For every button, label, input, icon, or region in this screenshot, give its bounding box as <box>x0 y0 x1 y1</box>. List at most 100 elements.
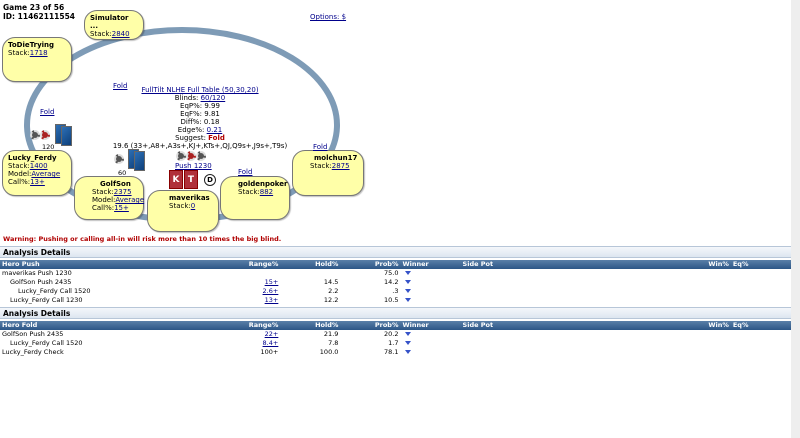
stack-label: Stack: <box>8 49 30 57</box>
winner-dropdown-icon[interactable] <box>405 298 412 302</box>
hold-cell: 100.0 <box>319 348 339 356</box>
analysis-push-table: Hero Push Range% Hold% Prob% Winner Side… <box>0 260 791 305</box>
row-label: GolfSon Push 2435 <box>2 330 64 338</box>
col-header: Hero Fold <box>0 321 241 330</box>
col-header: Hero Push <box>0 260 241 269</box>
table-row: Lucky_Ferdy Call 1230 13+ 12.2 10.5 <box>0 296 791 305</box>
golfson-bet: 60 <box>118 169 127 177</box>
col-header: Side Pot <box>460 260 591 269</box>
winner-dropdown-icon[interactable] <box>405 289 412 293</box>
card-back-icon <box>134 151 145 171</box>
suggest-label: Suggest: <box>175 134 206 142</box>
range-link[interactable]: 13+ <box>265 296 279 304</box>
seat-golfson: GolfSon Stack:2375 Model:Average Call%:1… <box>74 176 144 220</box>
row-label: Lucky_Ferdy Call 1520 <box>18 287 91 295</box>
stack-value[interactable]: 2375 <box>114 188 132 196</box>
model-value[interactable]: Average <box>115 196 144 204</box>
stack-value[interactable]: 1400 <box>30 162 48 170</box>
fold-link-goldenpoker[interactable]: Fold <box>238 168 252 176</box>
stack-label: Stack: <box>238 188 260 196</box>
analysis-details-heading: Analysis Details <box>0 246 791 258</box>
suggest-value: Fold <box>208 134 225 142</box>
hero-chips <box>176 151 206 161</box>
prob-cell: 10.5 <box>383 296 399 304</box>
range-link[interactable]: 15+ <box>265 278 279 286</box>
table-structure-link[interactable]: FullTilt NLHE Full Table (50,30,20) <box>100 86 300 94</box>
hole-card: K <box>169 170 183 189</box>
stack-label: Stack: <box>169 202 191 210</box>
table-row: maverikas Push 1230 75.0 <box>0 269 791 278</box>
col-header: Eq% <box>730 321 791 330</box>
stack-value[interactable]: 0 <box>191 202 195 210</box>
prob-cell: 20.2 <box>383 330 399 338</box>
seat-name: Simulator ... <box>90 14 129 30</box>
winner-dropdown-icon[interactable] <box>405 341 412 345</box>
hold-cell: 21.9 <box>323 330 339 338</box>
call-label: Call%: <box>8 178 31 186</box>
card-back-icon <box>61 126 72 146</box>
chip-icon <box>196 151 206 161</box>
chip-icon <box>30 130 40 140</box>
model-label: Model: <box>8 170 32 178</box>
options-link[interactable]: Options: $ <box>310 13 346 21</box>
range-link[interactable]: 8.4+ <box>263 339 279 347</box>
row-label: GolfSon Push 2435 <box>10 278 72 286</box>
prob-cell: 14.2 <box>383 278 399 286</box>
edge-value[interactable]: 0.21 <box>207 126 223 134</box>
col-header: Prob% <box>340 260 401 269</box>
stack-label: Stack: <box>310 162 332 170</box>
stack-label: Stack: <box>8 162 30 170</box>
col-header: Hold% <box>280 260 341 269</box>
hero-hole-cards: K T <box>169 170 198 189</box>
col-header: Prob% <box>340 321 401 330</box>
call-label: Call%: <box>92 204 115 212</box>
stack-value[interactable]: 1718 <box>30 49 48 57</box>
stack-value[interactable]: 2875 <box>332 162 350 170</box>
winner-dropdown-icon[interactable] <box>405 350 412 354</box>
winner-dropdown-icon[interactable] <box>405 271 412 275</box>
col-header: Range% <box>240 260 281 269</box>
seat-maverikas: maverikas Stack:0 <box>147 190 219 232</box>
game-info: Game 23 of 56 ID: 11462111554 <box>3 3 75 21</box>
prob-cell: 78.1 <box>383 348 399 356</box>
range-link[interactable]: 22+ <box>265 330 279 338</box>
stack-value[interactable]: 882 <box>260 188 273 196</box>
range-cell: 100+ <box>260 348 279 356</box>
seat-name: goldenpoker <box>238 180 288 188</box>
hero-push-link[interactable]: Push 1230 <box>175 162 212 170</box>
winner-dropdown-icon[interactable] <box>405 332 412 336</box>
vertical-scrollbar[interactable] <box>791 0 800 438</box>
hold-cell: 7.8 <box>328 339 339 347</box>
stack-value[interactable]: 2840 <box>112 30 130 38</box>
table-header-row: Hero Push Range% Hold% Prob% Winner Side… <box>0 260 791 269</box>
col-header: Winner <box>400 260 461 269</box>
blinds-label: Blinds: <box>174 94 199 102</box>
call-value[interactable]: 13+ <box>30 178 45 186</box>
fold-link-todietrying[interactable]: Fold <box>40 108 54 116</box>
seat-name: ToDieTrying <box>8 41 55 49</box>
col-header: Side Pot <box>460 321 591 330</box>
blinds-value[interactable]: 60/120 <box>201 94 226 102</box>
winner-cell <box>400 348 460 357</box>
warning-message: Warning: Pushing or calling all-in will … <box>3 235 282 243</box>
edge-label: Edge%: <box>177 126 205 134</box>
seat-goldenpoker: goldenpoker Stack:882 <box>220 176 290 220</box>
eqp-value: EqP%: 9.99 <box>180 102 220 110</box>
model-label: Model: <box>92 196 116 204</box>
range-link[interactable]: 2.6+ <box>263 287 279 295</box>
call-value[interactable]: 15+ <box>114 204 129 212</box>
hold-cell: 2.2 <box>328 287 339 295</box>
col-header: Hold% <box>280 321 341 330</box>
winner-dropdown-icon[interactable] <box>405 280 412 284</box>
table-row: Lucky_Ferdy Call 1520 8.4+ 7.8 1.7 <box>0 339 791 348</box>
hold-cell <box>280 269 340 278</box>
analysis-fold-table: Hero Fold Range% Hold% Prob% Winner Side… <box>0 321 791 357</box>
seat-name: molchun17 <box>314 154 358 162</box>
winner-cell <box>400 278 460 287</box>
table-row: Lucky_Ferdy Check 100+ 100.0 78.1 <box>0 348 791 357</box>
col-header: Eq% <box>730 260 791 269</box>
fold-link-molchun17[interactable]: Fold <box>313 143 327 151</box>
model-value[interactable]: Average <box>31 170 60 178</box>
lucky-ferdy-chips <box>30 130 50 140</box>
col-header: Range% <box>240 321 281 330</box>
